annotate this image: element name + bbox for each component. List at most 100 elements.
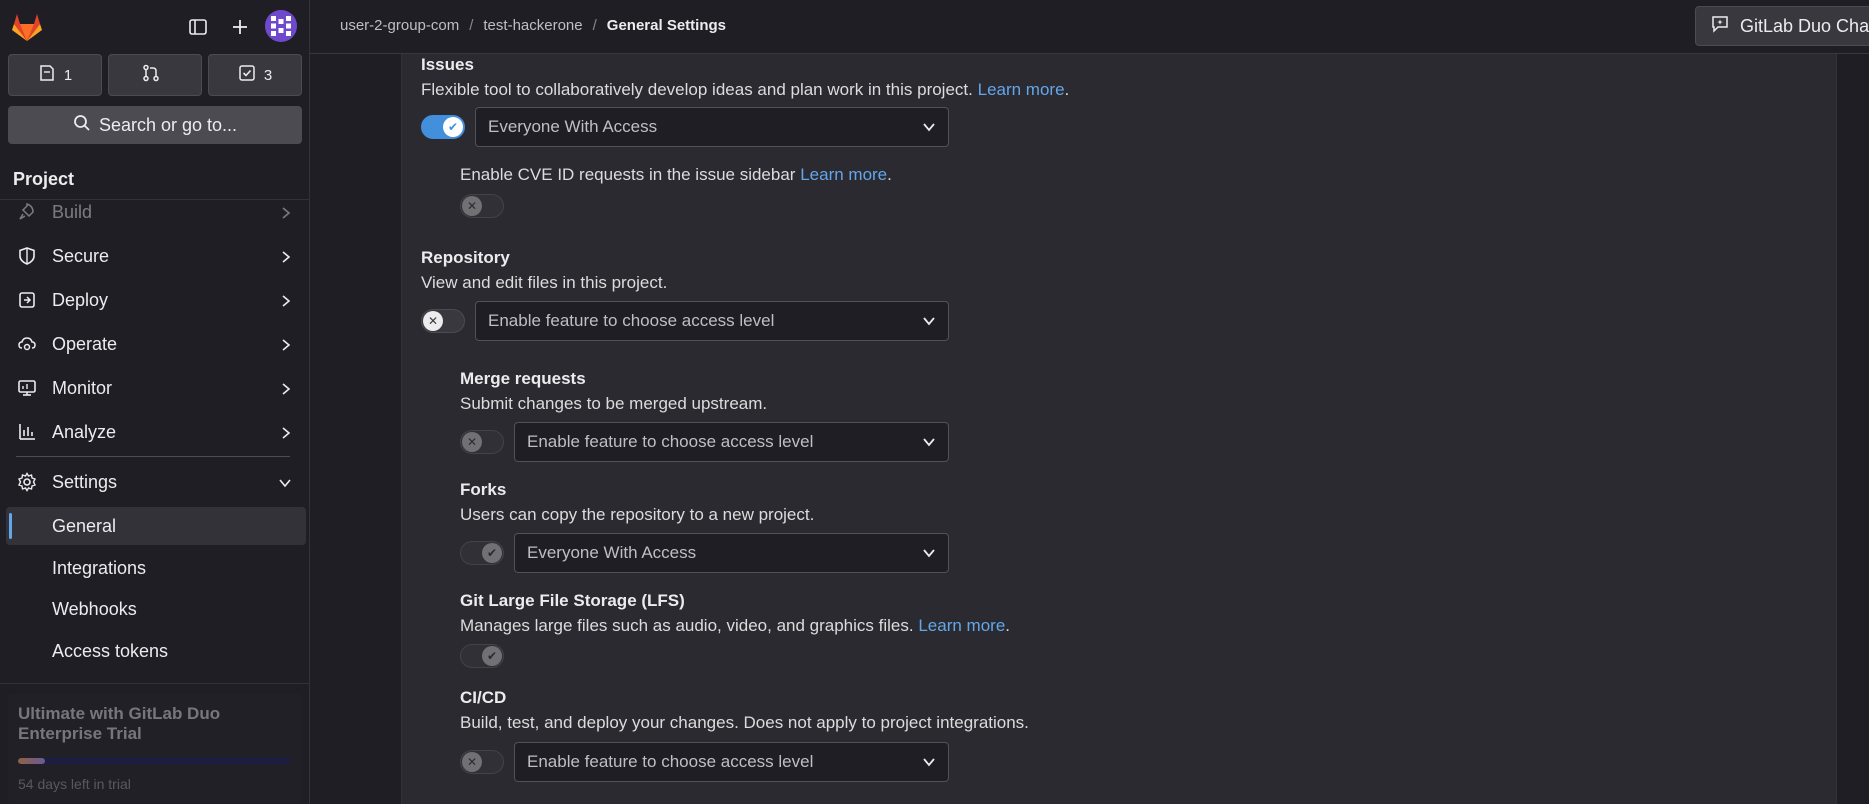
chart-icon — [16, 421, 38, 443]
period: . — [1064, 80, 1070, 99]
sidebar-item-build[interactable]: Build — [0, 200, 310, 232]
chevron-right-icon — [280, 248, 292, 269]
breadcrumb-project[interactable]: test-hackerone — [483, 17, 582, 34]
issues-toggle[interactable]: ✔ — [421, 115, 465, 139]
todos-count: 3 — [263, 66, 273, 84]
toggle-sidebar-icon[interactable] — [183, 12, 213, 42]
duo-chat-icon — [1710, 14, 1730, 39]
feature-description: Users can copy the repository to a new p… — [460, 505, 815, 524]
todo-icon — [238, 64, 256, 86]
trial-card[interactable]: Ultimate with GitLab Duo Enterprise Tria… — [8, 694, 302, 804]
feature-description: Enable CVE ID requests in the issue side… — [460, 164, 892, 186]
select-value: Everyone With Access — [488, 117, 658, 136]
feature-title: Git Large File Storage (LFS) — [460, 591, 685, 610]
check-icon: ✔ — [443, 117, 463, 137]
sidebar-subitem-general[interactable]: General — [6, 507, 306, 545]
chevron-down-icon — [922, 434, 936, 454]
sidebar-item-deploy[interactable]: Deploy — [0, 280, 310, 320]
avatar[interactable] — [265, 10, 297, 42]
breadcrumb-current[interactable]: General Settings — [607, 17, 726, 34]
trial-progress-bar — [18, 758, 290, 764]
duo-chat-label: GitLab Duo Chat — [1740, 15, 1869, 36]
issues-access-select[interactable]: Everyone With Access — [475, 107, 949, 147]
sidebar-item-analyze[interactable]: Analyze — [0, 412, 310, 452]
todos-button[interactable]: 3 — [208, 54, 302, 96]
feature-title: Forks — [460, 480, 507, 499]
repository-access-select[interactable]: Enable feature to choose access level — [475, 301, 949, 341]
feature-cve: Enable CVE ID requests in the issue side… — [460, 164, 892, 186]
forks-toggle[interactable]: ✔ — [460, 541, 504, 565]
feature-description: Submit changes to be merged upstream. — [460, 394, 768, 413]
select-value: Everyone With Access — [527, 543, 697, 562]
feature-description: View and edit files in this project. — [421, 273, 668, 292]
chevron-right-icon — [280, 380, 292, 401]
sidebar-item-monitor[interactable]: Monitor — [0, 368, 310, 408]
sidebar-item-operate[interactable]: Operate — [0, 324, 310, 364]
forks-controls: ✔ Everyone With Access — [460, 533, 949, 573]
sidebar-item-label: Monitor — [52, 377, 113, 398]
repository-toggle[interactable]: ✕ — [421, 309, 465, 333]
select-value: Enable feature to choose access level — [488, 311, 775, 330]
chevron-down-icon — [922, 754, 936, 774]
chevron-down-icon — [922, 313, 936, 333]
learn-more-link[interactable]: Learn more — [978, 80, 1065, 99]
deploy-icon — [16, 289, 38, 311]
close-icon: ✕ — [462, 752, 482, 772]
learn-more-link[interactable]: Learn more — [918, 616, 1005, 635]
check-icon: ✔ — [482, 646, 502, 666]
merge-requests-button[interactable] — [108, 54, 202, 96]
feature-cicd: CI/CD Build, test, and deploy your chang… — [460, 687, 1029, 734]
search-button[interactable]: Search or go to... — [8, 106, 302, 144]
right-gutter — [1837, 54, 1869, 804]
feature-repository: Repository View and edit files in this p… — [421, 247, 667, 294]
repository-controls: ✕ Enable feature to choose access level — [421, 301, 949, 341]
trial-title: Ultimate with GitLab Duo Enterprise Tria… — [18, 704, 221, 743]
feature-title: Repository — [421, 248, 510, 267]
issues-controls: ✔ Everyone With Access — [421, 107, 949, 147]
select-value: Enable feature to choose access level — [527, 432, 814, 451]
close-icon: ✕ — [462, 432, 482, 452]
breadcrumb-separator: / — [592, 17, 597, 34]
cicd-access-select[interactable]: Enable feature to choose access level — [514, 742, 949, 782]
issues-icon — [38, 64, 56, 86]
rocket-icon — [16, 201, 38, 223]
merge-requests-toggle[interactable]: ✕ — [460, 430, 504, 454]
settings-panel: Issues Flexible tool to collaboratively … — [401, 54, 1837, 804]
chevron-down-icon — [922, 545, 936, 565]
feature-title: CI/CD — [460, 688, 507, 707]
breadcrumb-group[interactable]: user-2-group-com — [340, 17, 459, 34]
select-value: Enable feature to choose access level — [527, 752, 814, 771]
shield-icon — [16, 245, 38, 267]
sidebar-item-label: Operate — [52, 333, 118, 354]
duo-chat-button[interactable]: GitLab Duo Chat — [1695, 6, 1869, 46]
lfs-toggle[interactable]: ✔ — [460, 644, 504, 668]
trial-widget: Ultimate with GitLab Duo Enterprise Tria… — [0, 683, 310, 804]
gear-icon — [16, 471, 38, 493]
cve-toggle[interactable]: ✕ — [460, 194, 504, 218]
sidebar-subitem-webhooks[interactable]: Webhooks — [6, 590, 306, 628]
breadcrumb: user-2-group-com / test-hackerone / Gene… — [340, 17, 726, 34]
learn-more-link[interactable]: Learn more — [800, 165, 887, 184]
sidebar-subitem-integrations[interactable]: Integrations — [6, 549, 306, 587]
merge-requests-access-select[interactable]: Enable feature to choose access level — [514, 422, 949, 462]
plus-icon[interactable] — [225, 12, 255, 42]
trial-days-left: 54 days left in trial — [18, 776, 131, 792]
cve-controls: ✕ — [460, 194, 504, 218]
feature-description-text: Manages large files such as audio, video… — [460, 616, 914, 635]
feature-description: Build, test, and deploy your changes. Do… — [460, 713, 1029, 732]
sidebar-subitem-access-tokens[interactable]: Access tokens — [6, 632, 306, 670]
feature-forks: Forks Users can copy the repository to a… — [460, 479, 814, 526]
sidebar: 1 3 Search or go to... Project Build Sec… — [0, 0, 310, 804]
sidebar-top — [0, 8, 310, 44]
gitlab-logo-icon[interactable] — [10, 12, 44, 42]
sidebar-item-secure[interactable]: Secure — [0, 236, 310, 276]
sidebar-item-label: Secure — [52, 245, 110, 266]
cicd-toggle[interactable]: ✕ — [460, 750, 504, 774]
sidebar-item-settings[interactable]: Settings — [0, 462, 310, 502]
chevron-right-icon — [280, 424, 292, 445]
forks-access-select[interactable]: Everyone With Access — [514, 533, 949, 573]
assigned-issues-button[interactable]: 1 — [8, 54, 102, 96]
issues-count: 1 — [63, 66, 73, 84]
search-label: Search or go to... — [98, 114, 238, 135]
breadcrumb-separator: / — [469, 17, 474, 34]
